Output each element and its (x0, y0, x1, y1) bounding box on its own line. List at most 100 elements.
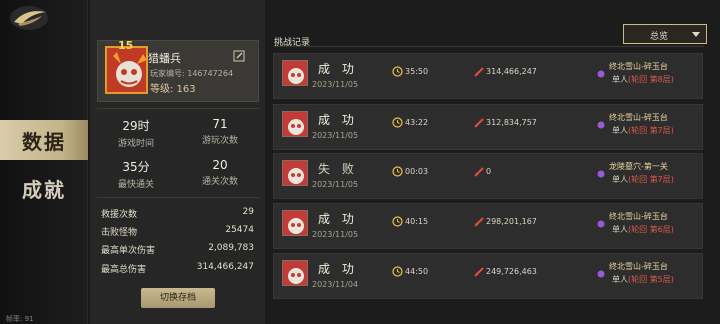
avatar-portrait-icon (107, 48, 146, 92)
character-portrait-icon (282, 111, 308, 137)
record-stage: 终北雪山-碎玉台 (609, 212, 668, 221)
record-mode: 单人(轮回 第7层) (612, 125, 674, 136)
sword-icon (474, 167, 484, 177)
chevron-down-icon (692, 32, 700, 37)
stat-value: 35分 (122, 160, 150, 174)
detail-value: 25474 (225, 225, 254, 235)
player-id: 玩家编号: 146747264 (150, 69, 234, 78)
record-row[interactable]: 成 功 2023/11/05 40:15 298,201,167 终北雪山-碎玉… (273, 203, 703, 249)
record-date: 2023/11/05 (312, 230, 359, 239)
mode-detail: (轮回 第5层) (628, 275, 674, 284)
record-row[interactable]: 成 功 2023/11/04 44:50 249,726,463 终北雪山-碎玉… (273, 253, 703, 299)
record-mode: 单人(轮回 第7层) (612, 174, 674, 185)
stat-label: 最快通关 (117, 180, 154, 190)
record-row[interactable]: 成 功 2023/11/05 43:22 312,834,757 终北雪山-碎玉… (273, 104, 703, 150)
record-damage: 298,201,167 (486, 217, 537, 226)
clock-icon (392, 166, 403, 177)
stat-label: 游玩次数 (201, 136, 238, 146)
character-portrait-icon (282, 160, 308, 186)
sword-icon (474, 67, 484, 77)
detail-row-max-total-damage: 最高总伤害 314,466,247 (101, 262, 254, 275)
record-mode: 单人(轮回 第5层) (612, 274, 674, 285)
record-result: 失 败 (318, 162, 358, 176)
detail-value: 2,089,783 (208, 243, 254, 253)
record-time: 44:50 (405, 267, 429, 276)
mode-detail: (轮回 第6层) (628, 225, 674, 234)
purple-gem-icon (597, 170, 605, 178)
character-portrait-icon (282, 60, 308, 86)
divider (97, 108, 259, 109)
record-damage: 0 (486, 167, 492, 176)
record-damage: 249,726,463 (486, 267, 537, 276)
record-time: 43:22 (405, 118, 429, 127)
record-row[interactable]: 成 功 2023/11/05 35:50 314,466,247 终北雪山-碎玉… (273, 53, 703, 99)
nav-tab-achievements[interactable]: 成就 (0, 168, 88, 208)
mode-label: 单人 (612, 75, 628, 84)
record-stage: 龙陵墓穴-第一关 (609, 162, 668, 171)
record-damage: 314,466,247 (486, 67, 537, 76)
divider (97, 197, 259, 198)
mode-label: 单人 (612, 275, 628, 284)
detail-label: 最高单次伤害 (101, 246, 156, 256)
player-name: 猎蟠兵 (148, 52, 181, 65)
stat-play-count: 71 游玩次数 (190, 117, 250, 146)
edit-icon[interactable] (233, 50, 245, 62)
record-date: 2023/11/05 (312, 131, 359, 140)
record-result: 成 功 (318, 62, 358, 76)
record-result: 成 功 (318, 113, 358, 127)
character-portrait-icon (282, 260, 308, 286)
stat-label: 通关次数 (201, 177, 238, 187)
record-result: 成 功 (318, 212, 358, 226)
mode-detail: (轮回 第8层) (628, 75, 674, 84)
record-time: 40:15 (405, 217, 429, 226)
sword-icon (474, 118, 484, 128)
player-level: 等级: 163 (150, 84, 196, 95)
clock-icon (392, 266, 403, 277)
record-stage: 终北雪山-碎玉台 (609, 113, 668, 122)
mode-label: 单人 (612, 225, 628, 234)
record-result: 成 功 (318, 262, 358, 276)
filter-selected: 总览 (650, 32, 669, 42)
detail-value: 314,466,247 (196, 262, 254, 272)
detail-label: 救援次数 (101, 210, 138, 220)
stat-play-time: 29时 游戏时间 (106, 117, 166, 149)
mode-label: 单人 (612, 175, 628, 184)
avatar[interactable] (105, 46, 148, 94)
record-date: 2023/11/04 (312, 280, 359, 289)
left-nav: 数据 成就 帧率: 91 (0, 0, 88, 324)
stat-label: 游戏时间 (117, 139, 154, 149)
record-date: 2023/11/05 (312, 80, 359, 89)
record-time: 35:50 (405, 67, 429, 76)
nav-tab-data[interactable]: 数据 (0, 120, 88, 160)
sword-icon (474, 267, 484, 277)
record-row[interactable]: 失 败 2023/11/05 00:03 0 龙陵墓穴-第一关 单人(轮回 第7… (273, 153, 703, 199)
stat-clear-count: 20 通关次数 (190, 158, 250, 187)
clock-icon (392, 117, 403, 128)
detail-value: 29 (242, 207, 254, 217)
detail-label: 最高总伤害 (101, 265, 147, 275)
fps-counter: 帧率: 91 (6, 315, 34, 323)
sword-icon (474, 217, 484, 227)
character-portrait-icon (282, 210, 308, 236)
record-damage: 312,834,757 (486, 118, 537, 127)
mode-detail: (轮回 第7层) (628, 175, 674, 184)
detail-row-monsters: 击败怪物 25474 (101, 225, 254, 238)
switch-save-button[interactable]: 切换存档 (141, 288, 215, 308)
record-date: 2023/11/05 (312, 180, 359, 189)
mode-label: 单人 (612, 126, 628, 135)
game-logo-icon (10, 6, 48, 30)
detail-row-rescues: 救援次数 29 (101, 207, 254, 220)
level-badge: 15 (118, 39, 134, 52)
detail-label: 击败怪物 (101, 228, 138, 238)
stat-value: 29时 (122, 119, 150, 133)
mode-detail: (轮回 第7层) (628, 126, 674, 135)
record-stage: 终北雪山-碎玉台 (609, 262, 668, 271)
stat-value: 20 (212, 158, 228, 172)
record-time: 00:03 (405, 167, 429, 176)
purple-gem-icon (597, 220, 605, 228)
detail-row-max-single-damage: 最高单次伤害 2,089,783 (101, 243, 254, 256)
purple-gem-icon (597, 270, 605, 278)
filter-dropdown[interactable]: 总览 (623, 24, 707, 44)
divider (274, 46, 704, 47)
stat-fastest-clear: 35分 最快通关 (106, 158, 166, 190)
